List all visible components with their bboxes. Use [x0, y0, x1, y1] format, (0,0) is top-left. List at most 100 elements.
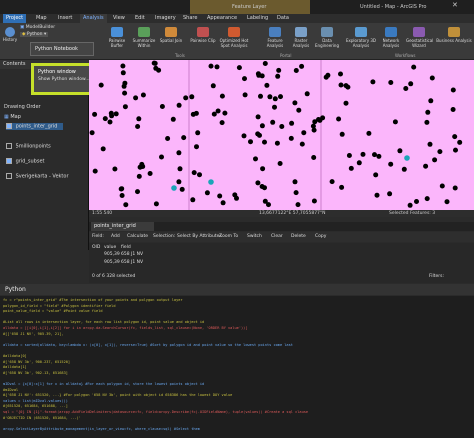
point-feature[interactable] [248, 139, 253, 145]
point-feature[interactable] [135, 189, 140, 195]
point-feature[interactable] [425, 109, 431, 115]
point-feature[interactable] [159, 154, 164, 160]
point-feature[interactable] [219, 120, 225, 126]
point-feature[interactable] [176, 150, 182, 156]
tab-labeling[interactable]: Labeling [244, 14, 271, 23]
point-feature[interactable] [119, 193, 125, 198]
tab-edit[interactable]: Edit [132, 14, 148, 23]
tree-item-5millionpoints[interactable]: 5millionpoints [6, 143, 51, 150]
point-feature[interactable] [279, 124, 285, 129]
point-feature[interactable] [356, 160, 362, 166]
point-feature[interactable] [260, 166, 266, 172]
map-canvas[interactable] [89, 60, 474, 210]
delete-button[interactable]: Delete [291, 234, 306, 239]
point-feature[interactable] [424, 196, 430, 202]
point-feature[interactable] [152, 60, 158, 66]
point-feature[interactable] [102, 116, 108, 122]
column-header-oid[interactable]: OID [92, 245, 100, 250]
clear-button[interactable]: Clear [271, 234, 283, 239]
point-feature[interactable] [258, 93, 263, 99]
point-feature[interactable] [176, 179, 182, 185]
point-feature[interactable] [453, 147, 458, 153]
point-feature[interactable] [195, 130, 201, 136]
selected-point-feature[interactable] [208, 179, 214, 185]
point-feature[interactable] [323, 74, 329, 80]
point-feature[interactable] [241, 133, 247, 139]
point-feature[interactable] [329, 179, 335, 185]
business-analysis-button[interactable]: Business Analysis [436, 26, 472, 56]
point-feature[interactable] [255, 131, 261, 137]
point-feature[interactable] [153, 65, 159, 71]
python-dropdown-item-notebook[interactable]: Python Notebook [30, 42, 94, 56]
point-feature[interactable] [295, 202, 301, 208]
point-feature[interactable] [376, 153, 382, 159]
point-feature[interactable] [339, 131, 345, 137]
point-feature[interactable] [444, 199, 450, 205]
point-feature[interactable] [139, 161, 145, 167]
tree-item-grid-subset[interactable]: grid_subset [6, 158, 44, 165]
point-feature[interactable] [92, 168, 98, 174]
point-feature[interactable] [392, 119, 398, 125]
data-engineering-button[interactable]: Data Engineering [314, 26, 340, 56]
point-feature[interactable] [301, 130, 307, 136]
point-feature[interactable] [120, 63, 126, 69]
tab-appearance[interactable]: Appearance [204, 14, 240, 23]
point-feature[interactable] [338, 82, 344, 88]
tab-data[interactable]: Data [274, 14, 292, 23]
point-feature[interactable] [89, 130, 95, 136]
summarize-within-button[interactable]: Summarize Within [131, 26, 157, 56]
point-feature[interactable] [437, 149, 443, 155]
point-feature[interactable] [320, 115, 326, 121]
layer-visibility-checkbox[interactable] [6, 123, 12, 129]
point-feature[interactable] [360, 151, 366, 157]
point-feature[interactable] [450, 87, 456, 93]
point-feature[interactable] [373, 172, 379, 178]
filters-label[interactable]: Filters: [429, 274, 444, 279]
point-feature[interactable] [336, 116, 342, 122]
add-field-button[interactable]: Add [111, 234, 120, 239]
point-feature[interactable] [122, 90, 128, 96]
point-feature[interactable] [311, 198, 317, 204]
layer-visibility-checkbox[interactable] [6, 173, 12, 179]
point-feature[interactable] [264, 82, 270, 88]
point-feature[interactable] [242, 76, 247, 82]
point-feature[interactable] [256, 72, 262, 78]
point-feature[interactable] [429, 75, 435, 81]
point-feature[interactable] [276, 67, 282, 73]
point-feature[interactable] [208, 63, 214, 69]
exploratory-3d-button[interactable]: Exploratory 3D Analysis [346, 26, 376, 56]
point-feature[interactable] [432, 157, 438, 163]
point-feature[interactable] [274, 140, 280, 146]
point-feature[interactable] [107, 119, 113, 125]
optimized-hot-spot-button[interactable]: Optimized Hot Spot Analysis [218, 26, 250, 56]
point-feature[interactable] [311, 155, 317, 160]
point-feature[interactable] [452, 134, 458, 140]
point-feature[interactable] [411, 64, 417, 70]
point-feature[interactable] [348, 165, 354, 171]
point-feature[interactable] [255, 114, 261, 120]
point-feature[interactable] [292, 100, 298, 106]
point-feature[interactable] [191, 170, 197, 176]
point-feature[interactable] [204, 190, 210, 196]
spatial-join-button[interactable]: Spatial Join [158, 26, 184, 56]
point-feature[interactable] [259, 123, 265, 129]
pairwise-buffer-button[interactable]: Pairwise Buffer [104, 26, 130, 56]
point-feature[interactable] [388, 161, 394, 167]
point-feature[interactable] [388, 80, 394, 85]
raster-analysis-button[interactable]: Raster Analysis [288, 26, 314, 56]
selected-point-feature[interactable] [404, 155, 410, 161]
column-header-value[interactable]: value [104, 245, 116, 250]
point-feature[interactable] [179, 186, 185, 192]
point-feature[interactable] [289, 120, 295, 126]
table-row[interactable]: 905,39 658 J1 NV [89, 251, 149, 259]
point-feature[interactable] [403, 86, 409, 91]
point-feature[interactable] [108, 110, 114, 116]
point-feature[interactable] [374, 192, 380, 198]
point-feature[interactable] [304, 91, 310, 97]
point-feature[interactable] [262, 61, 268, 66]
point-feature[interactable] [366, 130, 372, 136]
point-feature[interactable] [450, 107, 456, 112]
point-feature[interactable] [210, 83, 216, 89]
point-feature[interactable] [401, 166, 407, 172]
table-row[interactable]: 905,39 658 J1 NV [89, 259, 149, 267]
